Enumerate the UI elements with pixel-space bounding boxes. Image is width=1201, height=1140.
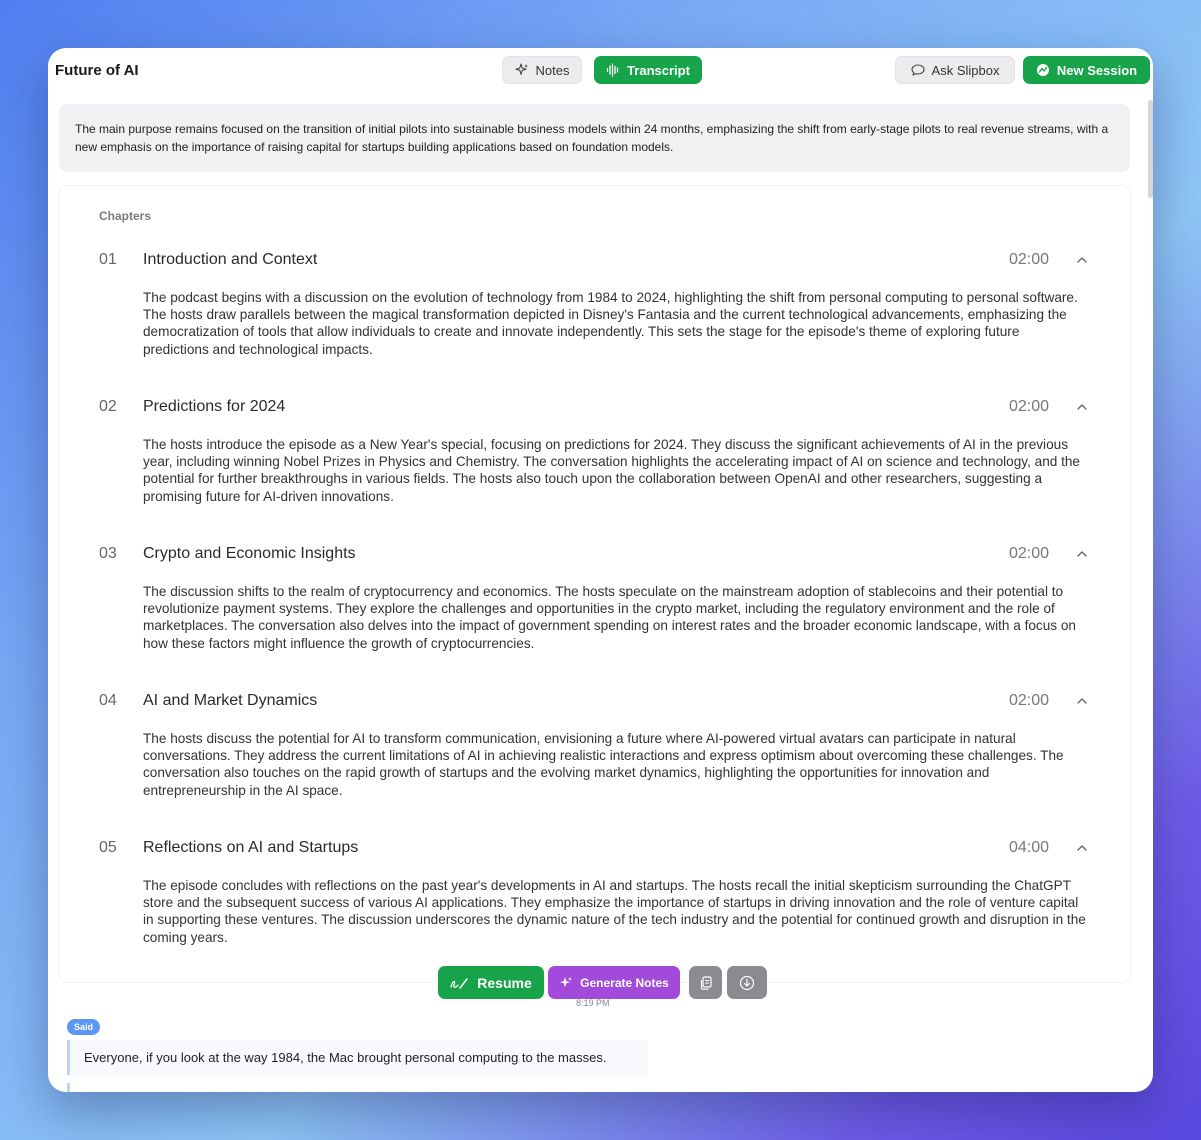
notes-tab-label: Notes [535, 62, 570, 78]
transcript-tab-label: Transcript [627, 62, 690, 78]
sparkle-icon [559, 976, 573, 990]
chapter-number: 01 [99, 251, 117, 268]
new-session-icon [1036, 63, 1050, 77]
chevron-up-icon[interactable] [1075, 694, 1089, 708]
sparkle-icon [514, 63, 529, 77]
scrollbar-thumb[interactable] [1148, 100, 1153, 198]
chapters-heading: Chapters [99, 209, 152, 223]
chapter-number: 03 [99, 545, 117, 562]
speaker-badge: Said [67, 1019, 101, 1035]
chapter-time[interactable]: 02:00 [1009, 692, 1049, 710]
transcript-line-text: Everyone, if you look at the way 1984, t… [84, 1050, 607, 1065]
transcript-timestamp: 8:19 PM [576, 998, 610, 1008]
resume-label: Resume [477, 974, 532, 991]
resume-button[interactable]: Resume [438, 966, 544, 999]
chapter-text: The hosts introduce the episode as a New… [143, 437, 1080, 504]
chapter-text: The episode concludes with reflections o… [143, 878, 1086, 945]
waveform-icon [606, 63, 620, 77]
header-bar: Future of AI Notes Transcript Ask Slipbo… [48, 48, 1153, 92]
chapter-title: AI and Market Dynamics [143, 692, 318, 709]
transcript-line-next [67, 1083, 70, 1092]
chapter-time[interactable]: 02:00 [1009, 398, 1049, 416]
chapter-time[interactable]: 02:00 [1009, 545, 1049, 563]
summary-text: The main purpose remains focused on the … [75, 122, 1109, 154]
notes-tab[interactable]: Notes [502, 56, 582, 84]
download-button[interactable] [727, 966, 767, 999]
chapter-time[interactable]: 04:00 [1009, 839, 1049, 857]
chapter-text: The discussion shifts to the realm of cr… [143, 584, 1076, 651]
download-icon [739, 975, 755, 991]
ask-slipbox-button[interactable]: Ask Slipbox [895, 56, 1015, 84]
chapter-item: 04 AI and Market Dynamics 02:00 The host… [99, 692, 1099, 802]
new-session-button[interactable]: New Session [1023, 56, 1150, 84]
chapter-time[interactable]: 02:00 [1009, 251, 1049, 269]
chapter-item: 02 Predictions for 2024 02:00 The hosts … [99, 398, 1099, 508]
chapter-item: 01 Introduction and Context 02:00 The po… [99, 251, 1099, 361]
chapter-title: Crypto and Economic Insights [143, 545, 356, 562]
app-window: Future of AI Notes Transcript Ask Slipbo… [48, 48, 1153, 1092]
generate-notes-label: Generate Notes [580, 975, 669, 990]
chapter-number: 02 [99, 398, 117, 415]
chevron-up-icon[interactable] [1075, 547, 1089, 561]
generate-notes-button[interactable]: Generate Notes [548, 966, 680, 999]
copy-icon [698, 975, 714, 991]
chapter-item: 03 Crypto and Economic Insights 02:00 Th… [99, 545, 1099, 655]
chevron-up-icon[interactable] [1075, 841, 1089, 855]
chat-bubble-icon [910, 63, 925, 77]
ask-slipbox-label: Ask Slipbox [931, 62, 1000, 78]
chapters-panel: Chapters 01 Introduction and Context 02:… [59, 186, 1130, 982]
new-session-label: New Session [1056, 62, 1138, 78]
page-title: Future of AI [55, 62, 139, 79]
chapter-item: 05 Reflections on AI and Startups 04:00 … [99, 839, 1099, 949]
chapter-title: Reflections on AI and Startups [143, 839, 359, 856]
chapter-number: 05 [99, 839, 117, 856]
action-bar: Resume Generate Notes [48, 966, 1153, 1000]
chevron-up-icon[interactable] [1075, 400, 1089, 414]
summary-box: The main purpose remains focused on the … [59, 104, 1130, 172]
chapter-title: Introduction and Context [143, 251, 318, 268]
scribble-icon [450, 976, 470, 990]
transcript-line: Everyone, if you look at the way 1984, t… [67, 1040, 648, 1075]
transcript-tab[interactable]: Transcript [594, 56, 702, 84]
chapter-title: Predictions for 2024 [143, 398, 286, 415]
chevron-up-icon[interactable] [1075, 253, 1089, 267]
chapter-text: The podcast begins with a discussion on … [143, 290, 1078, 357]
chapter-text: The hosts discuss the potential for AI t… [143, 731, 1064, 798]
chapter-number: 04 [99, 692, 117, 709]
copy-button[interactable] [689, 966, 722, 999]
